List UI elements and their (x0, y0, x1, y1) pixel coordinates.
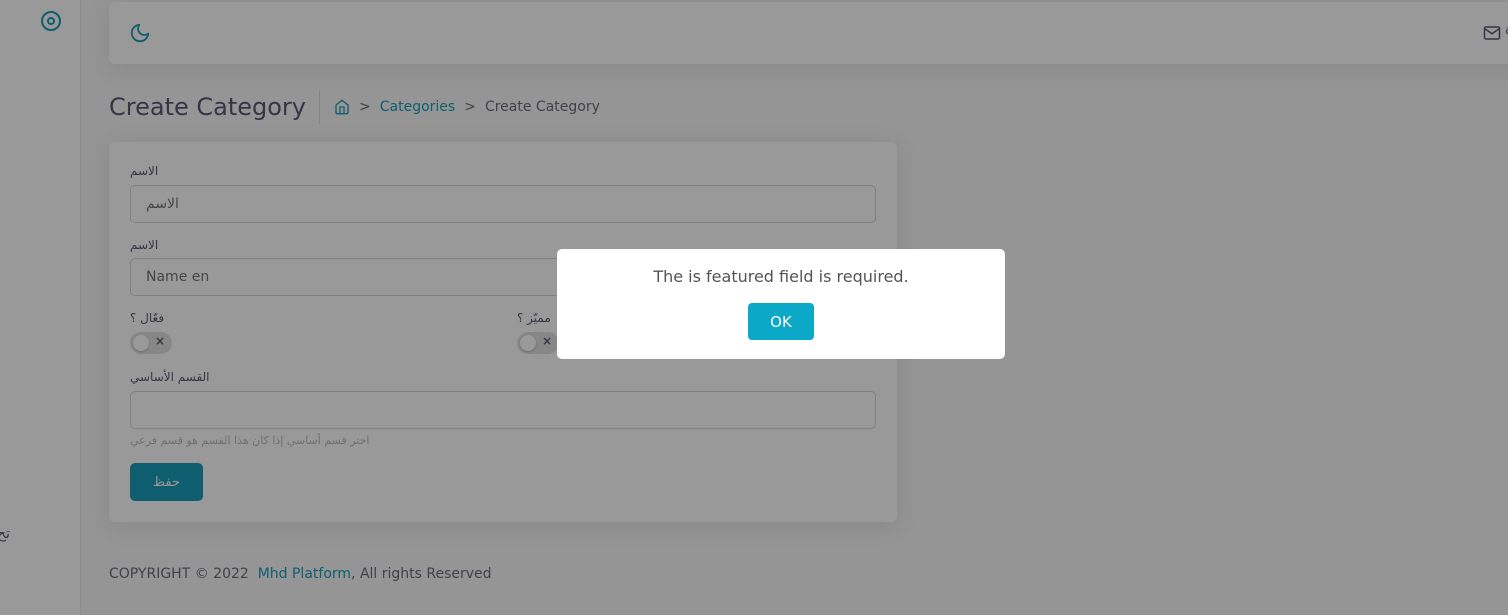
ok-button[interactable]: OK (748, 303, 814, 340)
alert-dialog: The is featured field is required. OK (557, 249, 1005, 359)
alert-message: The is featured field is required. (653, 267, 909, 286)
